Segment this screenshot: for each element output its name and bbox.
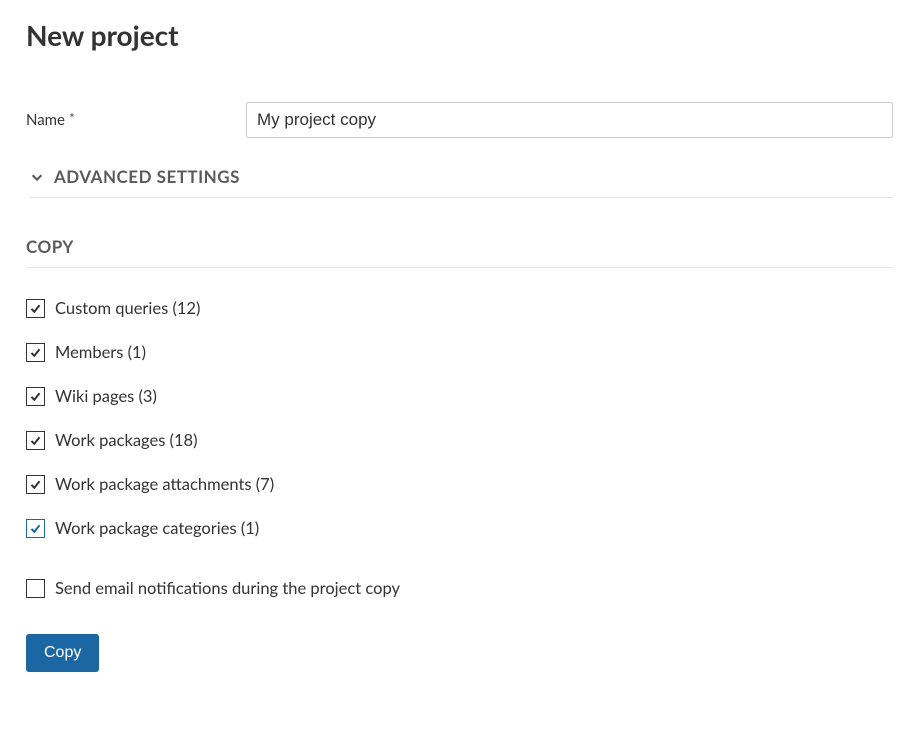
copy-option-label[interactable]: Custom queries (12) (55, 298, 200, 318)
notify-checkbox[interactable] (26, 579, 45, 598)
copy-option-checkbox[interactable] (26, 475, 45, 494)
copy-option-label[interactable]: Members (1) (55, 342, 146, 362)
copy-option-row: Members (1) (26, 342, 893, 362)
project-name-input[interactable] (246, 102, 893, 138)
copy-section-header: Copy (26, 236, 893, 268)
copy-option-label[interactable]: Wiki pages (3) (55, 386, 157, 406)
name-field-row: Name * (26, 102, 893, 138)
advanced-settings-toggle[interactable]: Advanced settings (30, 166, 893, 198)
copy-option-row: Custom queries (12) (26, 298, 893, 318)
notify-label[interactable]: Send email notifications during the proj… (55, 578, 400, 598)
copy-option-row: Work package categories (1) (26, 518, 893, 538)
chevron-down-icon (30, 170, 44, 184)
copy-option-label[interactable]: Work package attachments (7) (55, 474, 274, 494)
page-title: New project (26, 18, 893, 52)
copy-option-row: Wiki pages (3) (26, 386, 893, 406)
name-label: Name (26, 111, 65, 129)
copy-button[interactable]: Copy (26, 634, 99, 672)
copy-option-checkbox[interactable] (26, 299, 45, 318)
name-label-col: Name * (26, 111, 246, 129)
copy-option-checkbox[interactable] (26, 431, 45, 450)
required-indicator: * (69, 110, 75, 127)
copy-option-checkbox[interactable] (26, 387, 45, 406)
notify-option-row: Send email notifications during the proj… (26, 578, 893, 598)
advanced-settings-label: Advanced settings (54, 166, 240, 187)
copy-option-checkbox[interactable] (26, 343, 45, 362)
copy-option-checkbox[interactable] (26, 519, 45, 538)
copy-option-label[interactable]: Work packages (18) (55, 430, 198, 450)
copy-option-label[interactable]: Work package categories (1) (55, 518, 259, 538)
copy-options-list: Custom queries (12) Members (1) Wiki pages… (26, 298, 893, 538)
copy-option-row: Work packages (18) (26, 430, 893, 450)
copy-option-row: Work package attachments (7) (26, 474, 893, 494)
